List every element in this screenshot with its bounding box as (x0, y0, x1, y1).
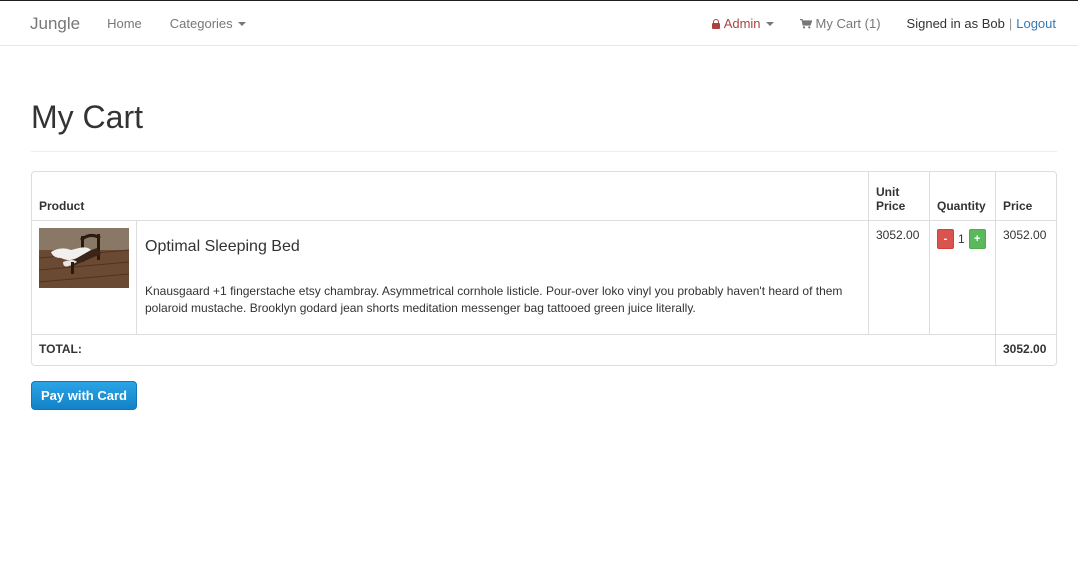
cart-table: Product Unit Price Quantity Price Optima… (31, 171, 1057, 366)
navbar-right: Admin My Cart (1) Signed in as Bob | Logou… (711, 1, 1056, 46)
signed-in-status: Signed in as Bob | Logout (907, 16, 1056, 31)
nav-home-link[interactable]: Home (107, 16, 142, 31)
nav-categories-dropdown[interactable]: Categories (170, 16, 246, 31)
header-unit-price: Unit Price (868, 172, 929, 220)
chevron-down-icon (237, 21, 246, 26)
total-label: TOTAL: (32, 334, 995, 365)
navbar-left: Jungle Home Categories (30, 1, 274, 46)
nav-separator: | (1008, 16, 1013, 31)
title-divider (31, 151, 1057, 152)
product-info-cell: Optimal Sleeping Bed Knausgaard +1 finge… (136, 220, 868, 334)
quantity-stepper: - 1 + (937, 229, 988, 249)
product-name[interactable]: Optimal Sleeping Bed (145, 238, 861, 256)
nav-categories-label: Categories (169, 16, 233, 31)
total-row: TOTAL: 3052.00 (32, 334, 1056, 365)
pay-with-card-button[interactable]: Pay with Card (31, 381, 137, 410)
shopping-cart-icon (799, 18, 812, 28)
logout-link[interactable]: Logout (1016, 16, 1056, 31)
price-cell: 3052.00 (995, 220, 1056, 334)
signed-in-text: Signed in as Bob (906, 16, 1005, 31)
chevron-down-icon (765, 21, 774, 26)
header-quantity: Quantity (929, 172, 995, 220)
table-header-row: Product Unit Price Quantity Price (32, 172, 1056, 220)
unit-price-cell: 3052.00 (868, 220, 929, 334)
table-row: Optimal Sleeping Bed Knausgaard +1 finge… (32, 220, 1056, 334)
total-value: 3052.00 (995, 334, 1056, 365)
header-price: Price (995, 172, 1056, 220)
product-description: Knausgaard +1 fingerstache etsy chambray… (145, 284, 843, 315)
nav-admin-dropdown[interactable]: Admin (711, 16, 774, 31)
quantity-value: 1 (958, 232, 965, 246)
brand-link[interactable]: Jungle (30, 14, 80, 34)
product-image-cell (32, 220, 136, 334)
product-image[interactable] (39, 228, 129, 288)
increase-quantity-button[interactable]: + (968, 229, 986, 249)
header-product: Product (39, 199, 85, 213)
decrease-quantity-button[interactable]: - (937, 229, 954, 249)
page-title: My Cart (31, 99, 143, 135)
lock-icon (711, 18, 720, 29)
top-navbar: Jungle Home Categories Admin My Cart (1)… (0, 0, 1078, 46)
nav-admin-label: Admin (723, 16, 761, 31)
nav-cart-link[interactable]: My Cart (1) (799, 16, 881, 31)
nav-cart-label: My Cart (1) (815, 16, 881, 31)
quantity-cell: - 1 + (929, 220, 995, 334)
